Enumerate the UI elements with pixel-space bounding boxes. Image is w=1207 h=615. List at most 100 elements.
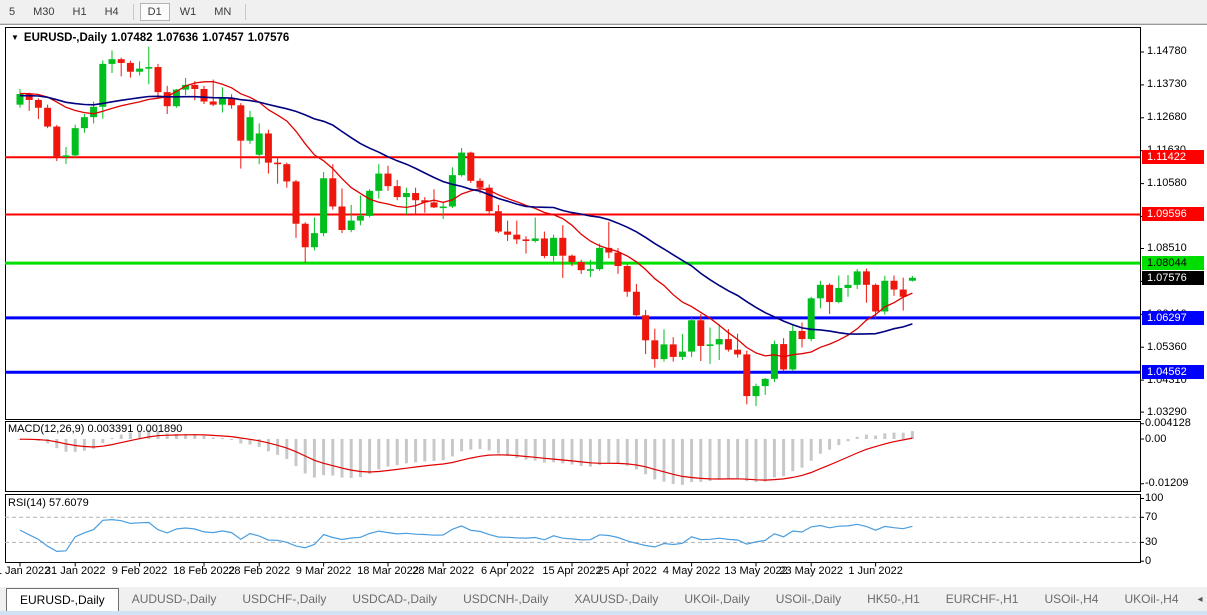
candle-bear [293,181,300,223]
symbol-tab-usoil[interactable]: USOil-,Daily [763,587,854,611]
candle-bear [329,178,336,206]
candle-bear [237,105,244,140]
symbol-tab-ukoil[interactable]: UKOil-,H4 [1111,587,1191,611]
timeframe-button-5[interactable]: 5 [1,3,23,21]
macd-axis-label: 0.004128 [1145,417,1191,429]
symbol-tab-eurchf[interactable]: EURCHF-,H1 [933,587,1032,611]
symbol-tab-hk50[interactable]: HK50-,H1 [854,587,933,611]
symbol-tab-usdcad[interactable]: USDCAD-,Daily [339,587,450,611]
candle-bear [385,174,392,187]
macd-histogram-bar [506,439,509,456]
candle-bull [854,271,861,284]
candle-bear [265,133,272,162]
macd-axis-label: 0.00 [1145,433,1166,445]
candle-bull [81,117,88,128]
chart-close-value: 1.07576 [248,32,290,44]
macd-histogram-bar [497,439,500,453]
chart-window: ▼EURUSD-,Daily1.074821.076361.074571.075… [0,24,1207,588]
symbol-tab-usdcnh[interactable]: USDCNH-,Daily [450,587,561,611]
macd-histogram-bar [791,439,794,471]
macd-histogram-bar [644,439,647,474]
price-tick-label: 1.14780 [1147,45,1187,57]
timeframe-button-w1[interactable]: W1 [172,3,205,21]
candle-bull [771,344,778,379]
candle-bull [311,233,318,247]
chart-open-value: 1.07482 [111,32,153,44]
macd-histogram-bar [810,439,813,461]
symbol-tab-eurusd[interactable]: EURUSD-,Daily [6,588,119,611]
timeframe-button-h1[interactable]: H1 [65,3,95,21]
macd-histogram-bar [423,439,426,461]
rsi-axis-label: 0 [1145,555,1151,567]
candle-bull [348,221,355,230]
candle-bear [743,354,750,396]
macd-histogram-bar [727,439,730,479]
candle-bear [697,320,704,346]
timeframe-button-m30[interactable]: M30 [25,3,62,21]
macd-histogram-bar [736,439,739,478]
candle-bear [541,238,548,256]
rsi-indicator-label: RSI(14) 57.6079 [8,497,89,509]
toolbar-separator [133,4,134,20]
candle-bear [670,344,677,357]
chart-collapse-icon[interactable]: ▼ [11,33,19,42]
macd-histogram-bar [837,439,840,445]
date-label: 15 Apr 2022 [542,565,601,577]
candle-bull [909,278,916,281]
symbol-tab-xauusd[interactable]: XAUUSD-,Daily [561,587,671,611]
timeframe-button-d1[interactable]: D1 [140,3,170,21]
date-label: 13 May 2022 [724,565,788,577]
macd-histogram-bar [276,439,279,455]
candle-bear [633,292,640,316]
candle-bear [118,59,125,63]
price-level-tag: 1.09596 [1142,207,1204,221]
date-label: 6 Apr 2022 [481,565,534,577]
macd-histogram-bar [377,439,380,469]
macd-histogram-bar [764,439,767,482]
rsi-plot-frame [6,495,1141,563]
symbol-tab-usdchf[interactable]: USDCHF-,Daily [229,587,339,611]
symbol-tab-ukoil[interactable]: UKOil-,Daily [671,587,762,611]
candle-bear [339,206,346,230]
candle-bear [495,211,502,231]
macd-histogram-bar [433,439,436,461]
candle-bear [578,262,585,270]
candle-bull [109,59,116,64]
date-label: 25 Apr 2022 [598,565,657,577]
candle-bear [615,253,622,266]
macd-histogram-bar [773,439,776,477]
timeframe-button-mn[interactable]: MN [206,3,239,21]
candle-bull [449,175,456,206]
candle-bear [569,256,576,262]
tab-scroll-left-icon[interactable]: ◂ [1192,594,1207,605]
candle-bear [412,193,419,200]
macd-histogram-bar [653,439,656,479]
candle-bull [587,269,594,271]
toolbar-separator [245,4,246,20]
candle-bull [550,238,557,256]
symbol-tab-audusd[interactable]: AUDUSD-,Daily [119,587,230,611]
candle-bear [734,350,741,355]
candle-bear [155,67,162,92]
candle-bear [283,164,290,181]
candle-bull [845,285,852,288]
macd-histogram-bar [488,439,491,450]
candle-bear [477,181,484,188]
mt4-window: 5M30H1H4D1W1MN ▼EURUSD-,Daily1.074821.07… [0,0,1207,615]
candlestick-chart[interactable] [0,25,1207,587]
candle-bull [99,64,106,107]
macd-histogram-bar [221,438,224,439]
candle-bull [366,191,373,216]
candle-bear [504,232,511,235]
candle-bear [164,92,171,106]
macd-histogram-bar [607,439,610,464]
macd-histogram-bar [690,439,693,482]
candle-bear [274,163,281,165]
candle-bear [725,339,732,350]
macd-histogram-bar [83,439,86,451]
symbol-tab-usoil[interactable]: USOil-,H4 [1031,587,1111,611]
timeframe-button-h4[interactable]: H4 [97,3,127,21]
macd-histogram-bar [718,439,721,479]
candle-bull [789,331,796,370]
candle-bear [872,285,879,312]
